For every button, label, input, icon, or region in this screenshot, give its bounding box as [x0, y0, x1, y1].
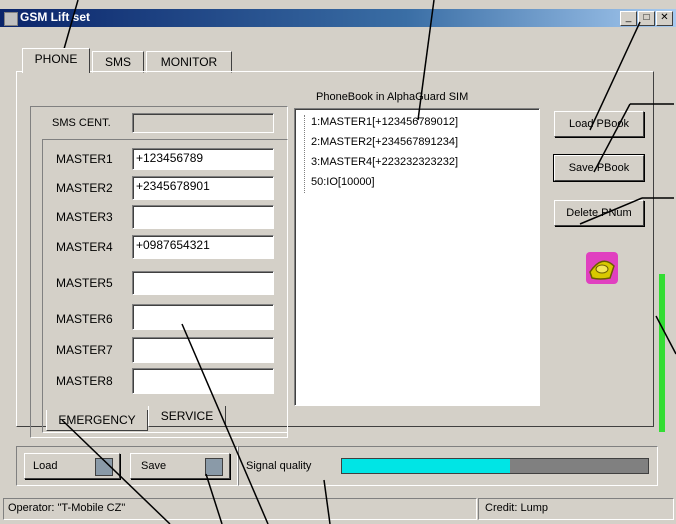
tab-phone[interactable]: PHONE [22, 48, 90, 73]
save-pbook-button[interactable]: Save PBook [553, 154, 645, 182]
load-pbook-button[interactable]: Load PBook [554, 111, 644, 137]
master7-field[interactable] [132, 337, 274, 363]
maximize-icon[interactable]: □ [638, 11, 655, 26]
master3-field[interactable] [132, 205, 274, 229]
app-window: GSM Lift set _ □ ✕ PHONE SMS MONITOR SMS… [0, 0, 676, 524]
signal-quality-label: Signal quality [246, 460, 312, 472]
signal-quality-fill [342, 459, 511, 473]
master6-field[interactable] [132, 304, 274, 330]
master2-field[interactable]: +2345678901 [132, 176, 274, 200]
operator-status: Operator: "T-Mobile CZ" [8, 502, 126, 514]
minimize-icon[interactable]: _ [620, 11, 637, 26]
status-credit-pane: Credit: Lump [478, 498, 674, 520]
side-indicator-bar [659, 274, 665, 432]
credit-status: Credit: Lump [485, 502, 548, 514]
load-button-label: Load [33, 460, 58, 472]
sms-center-label: SMS CENT. [52, 117, 111, 129]
master8-label: MASTER8 [56, 374, 113, 388]
phone-icon [586, 252, 618, 284]
delete-pnum-button[interactable]: Delete PNum [554, 200, 644, 226]
load-button[interactable]: Load [24, 453, 120, 479]
master5-label: MASTER5 [56, 276, 113, 290]
phonebook-item-2[interactable]: 2:MASTER2[+234567891234] [311, 133, 458, 151]
subtab-emergency[interactable]: EMERGENCY [46, 410, 148, 431]
master6-label: MASTER6 [56, 312, 113, 326]
master4-field[interactable]: +0987654321 [132, 235, 274, 259]
tab-monitor[interactable]: MONITOR [146, 51, 232, 73]
master4-label: MASTER4 [56, 240, 113, 254]
subtab-service[interactable]: SERVICE [148, 406, 226, 427]
window-title: GSM Lift set [20, 10, 91, 24]
phonebook-item-3[interactable]: 3:MASTER4[+223232323232] [311, 153, 458, 171]
save-button[interactable]: Save [130, 453, 230, 479]
close-icon[interactable]: ✕ [656, 11, 673, 26]
phonebook-tree[interactable]: 1:MASTER1[+123456789012] 2:MASTER2[+2345… [294, 108, 540, 406]
phonebook-item-4[interactable]: 50:IO[10000] [311, 173, 375, 191]
save-icon [205, 458, 223, 476]
phonebook-title: PhoneBook in AlphaGuard SIM [316, 91, 469, 103]
master7-label: MASTER7 [56, 343, 113, 357]
sms-center-field[interactable] [132, 113, 274, 133]
phonebook-item-1[interactable]: 1:MASTER1[+123456789012] [311, 113, 458, 131]
master2-label: MASTER2 [56, 181, 113, 195]
master5-field[interactable] [132, 271, 274, 295]
tab-sms[interactable]: SMS [92, 51, 144, 73]
save-button-label: Save [141, 460, 167, 472]
status-operator-pane: Operator: "T-Mobile CZ" [3, 498, 477, 520]
master8-field[interactable] [132, 368, 274, 394]
app-icon [4, 12, 18, 26]
title-bar: GSM Lift set _ □ ✕ [0, 9, 676, 27]
master1-label: MASTER1 [56, 152, 113, 166]
tree-connector [304, 115, 305, 193]
signal-quality-bar [341, 458, 649, 474]
load-icon [95, 458, 113, 476]
master3-label: MASTER3 [56, 210, 113, 224]
master1-field[interactable]: +123456789 [132, 148, 274, 170]
